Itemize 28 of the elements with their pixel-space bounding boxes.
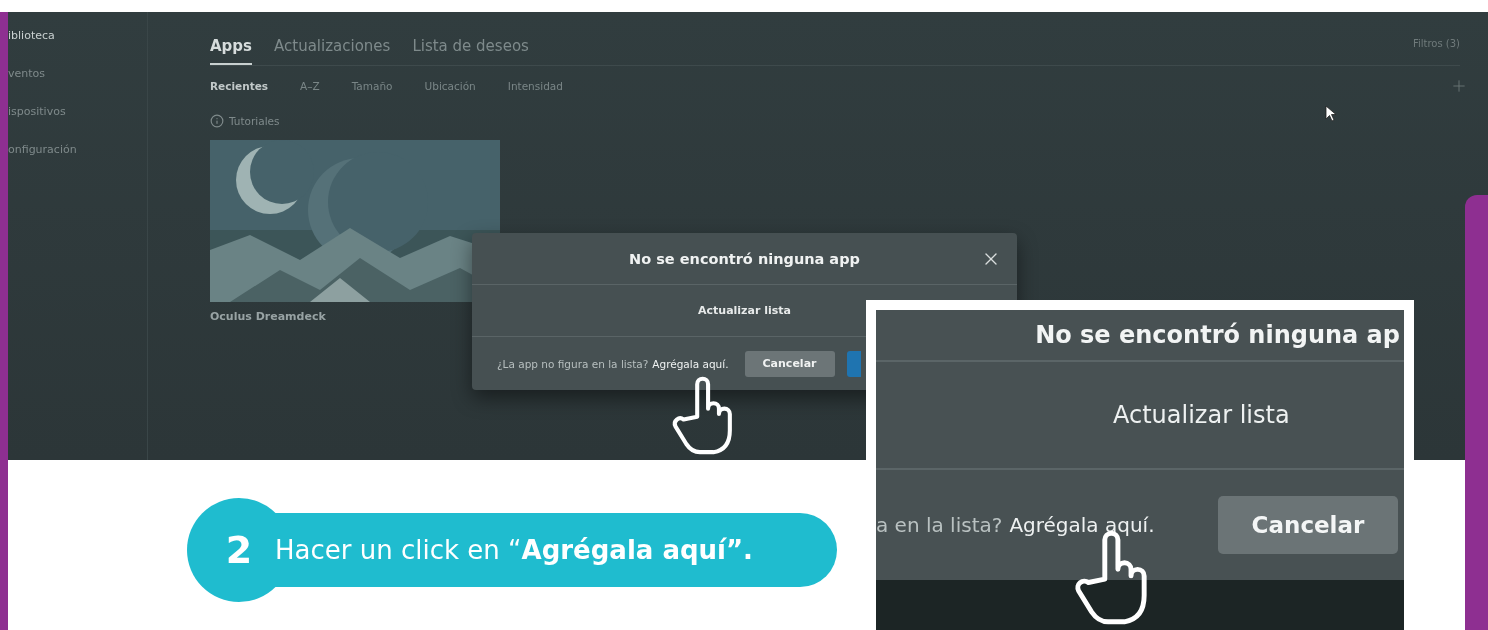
sort-option[interactable]: Tamaño: [351, 80, 393, 92]
refresh-button[interactable]: Actualizar lista: [698, 304, 791, 317]
sort-option[interactable]: A–Z: [300, 80, 320, 92]
info-icon: [210, 114, 224, 128]
sidebar-item[interactable]: ispositivos: [8, 104, 147, 120]
cancel-button[interactable]: Cancelar: [744, 350, 835, 377]
tab[interactable]: Lista de deseos: [412, 37, 529, 65]
section-title: Tutoriales: [229, 115, 280, 127]
confirm-button[interactable]: [846, 350, 861, 377]
dialog-title: No se encontró ninguna ap: [876, 310, 1404, 362]
sidebar-item[interactable]: iblioteca: [8, 28, 147, 44]
cursor-icon: [1325, 105, 1337, 122]
add-link[interactable]: Agrégala aquí.: [1009, 513, 1155, 537]
sort-option[interactable]: Recientes: [210, 80, 269, 92]
filters-button[interactable]: Filtros (3): [1412, 38, 1460, 49]
dialog-title: No se encontró ninguna app: [629, 250, 860, 267]
cancel-button[interactable]: Cancelar: [1218, 496, 1398, 554]
tab[interactable]: Actualizaciones: [274, 37, 391, 65]
question-text: ¿La app no figura en la lista?: [497, 357, 649, 370]
question-text: a en la lista?: [876, 513, 1003, 537]
add-link[interactable]: Agrégala aquí.: [652, 357, 729, 370]
sort-option[interactable]: Ubicación: [424, 80, 476, 92]
refresh-button[interactable]: Actualizar lista: [1113, 401, 1290, 429]
sidebar-item[interactable]: onfiguración: [8, 142, 147, 158]
add-icon[interactable]: [1450, 77, 1468, 95]
sidebar-item[interactable]: ventos: [8, 66, 147, 82]
tab[interactable]: Apps: [210, 37, 252, 65]
sort-option[interactable]: Intensidad: [507, 80, 563, 92]
